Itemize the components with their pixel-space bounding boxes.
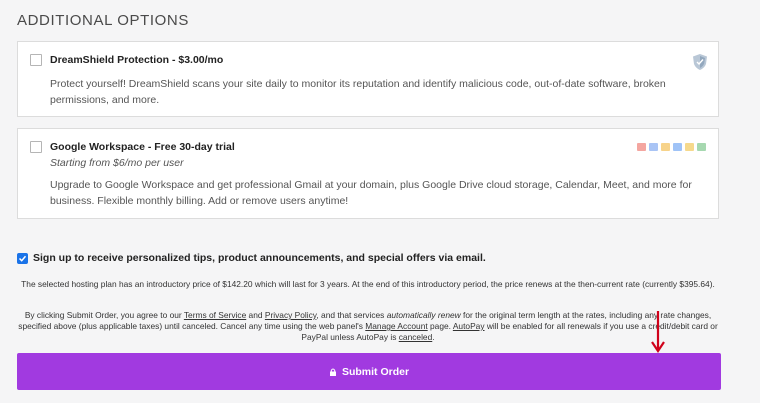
terms-text: page. (427, 321, 453, 331)
terms-notice: By clicking Submit Order, you agree to o… (17, 310, 719, 343)
meet-icon (697, 143, 706, 151)
google-workspace-title: Google Workspace - Free 30-day trial (50, 141, 235, 153)
dreamshield-checkbox[interactable] (30, 54, 42, 66)
lock-icon (329, 368, 336, 376)
sheets-icon (685, 143, 694, 151)
calendar-icon (649, 143, 658, 151)
section-title: ADDITIONAL OPTIONS (17, 12, 189, 29)
google-workspace-icons (637, 143, 706, 151)
auto-renew-text: automatically renew (386, 310, 461, 320)
terms-text: , and that services (316, 310, 387, 320)
google-workspace-subtitle: Starting from $6/mo per user (50, 157, 184, 169)
terms-text: and (246, 310, 265, 320)
terms-of-service-link[interactable]: Terms of Service (184, 310, 246, 320)
order-options-page: ADDITIONAL OPTIONS DreamShield Protectio… (0, 0, 760, 403)
gmail-icon (637, 143, 646, 151)
google-workspace-option-card: Google Workspace - Free 30-day trial Sta… (17, 128, 719, 219)
terms-text: By clicking Submit Order, you agree to o… (24, 310, 184, 320)
google-workspace-description: Upgrade to Google Workspace and get prof… (50, 179, 692, 207)
annotation-arrow-icon (651, 311, 665, 353)
google-workspace-checkbox[interactable] (30, 141, 42, 153)
intro-price-notice: The selected hosting plan has an introdu… (21, 279, 715, 289)
dreamshield-description: Protect yourself! DreamShield scans your… (50, 78, 666, 106)
checkmark-icon (18, 255, 27, 262)
dreamshield-title: DreamShield Protection - $3.00/mo (50, 54, 224, 66)
manage-account-link[interactable]: Manage Account (365, 321, 427, 331)
autopay-link[interactable]: AutoPay (453, 321, 485, 331)
submit-order-button[interactable]: Submit Order (17, 353, 721, 390)
dreamshield-option-card: DreamShield Protection - $3.00/mo Protec… (17, 41, 719, 117)
drive-icon (661, 143, 670, 151)
submit-order-label: Submit Order (341, 365, 410, 378)
canceled-link[interactable]: canceled (399, 332, 433, 342)
privacy-policy-link[interactable]: Privacy Policy (265, 310, 317, 320)
terms-text: . (432, 332, 435, 342)
shield-icon (693, 54, 707, 70)
docs-icon (673, 143, 682, 151)
newsletter-optin: Sign up to receive personalized tips, pr… (17, 252, 486, 264)
newsletter-checkbox[interactable] (17, 252, 28, 264)
newsletter-label: Sign up to receive personalized tips, pr… (33, 252, 486, 264)
